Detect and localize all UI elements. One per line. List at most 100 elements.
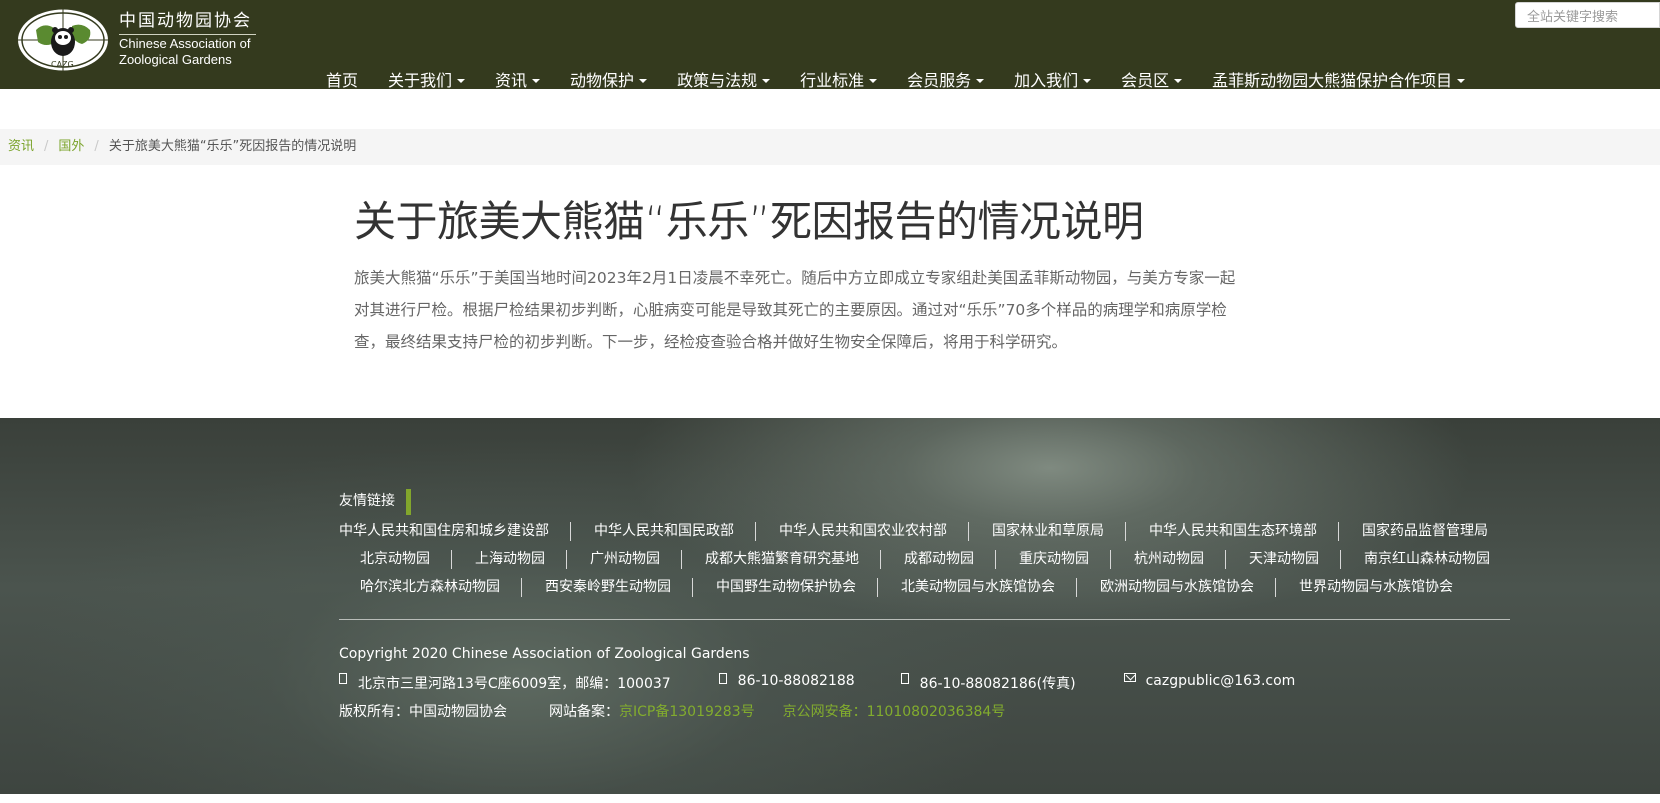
link-separator (995, 550, 996, 569)
footer-link[interactable]: 杭州动物园 (1134, 550, 1204, 569)
footer-link[interactable]: 中华人民共和国生态环境部 (1149, 522, 1317, 541)
article-line: 查，最终结果支持尸检的初步判断。下一步，经检疫查验合格并做好生物安全保障后，将用… (354, 333, 1068, 351)
panda-logo-icon: CAZG (18, 9, 108, 71)
friendly-links-title: 友情链接 (339, 493, 395, 509)
site-footer: 友情链接 中华人民共和国住房和城乡建设部 中华人民共和国民政部 中华人民共和国农… (0, 418, 1660, 794)
nav-member-services[interactable]: 会员服务 (907, 71, 985, 90)
breadcrumb-link-overseas[interactable]: 国外 (58, 139, 84, 154)
footer-link[interactable]: 广州动物园 (590, 550, 660, 569)
breadcrumb-separator: / (94, 139, 99, 154)
breadcrumb-link-news[interactable]: 资讯 (8, 139, 34, 154)
caret-down-icon (762, 79, 771, 83)
nav-home[interactable]: 首页 (326, 71, 358, 90)
caret-down-icon (1083, 79, 1092, 83)
link-separator (1076, 578, 1077, 597)
link-separator (1338, 522, 1339, 541)
caret-down-icon (639, 79, 648, 83)
search-input[interactable] (1515, 2, 1660, 28)
footer-link[interactable]: 成都动物园 (904, 550, 974, 569)
icp-link[interactable]: 京ICP备13019283号 (619, 701, 755, 721)
link-separator (880, 550, 881, 569)
article-line: 对其进行尸检。根据尸检结果初步判断，心脏病变可能是导致其死亡的主要原因。通过对“… (354, 301, 1227, 319)
nav-standards[interactable]: 行业标准 (800, 71, 878, 90)
address-text: 北京市三里河路13号C座6009室，邮编：100037 (358, 676, 671, 692)
footer-link[interactable]: 中华人民共和国住房和城乡建设部 (339, 522, 549, 541)
phone-icon (718, 673, 727, 684)
caret-down-icon (1174, 79, 1183, 83)
nav-join-us[interactable]: 加入我们 (1014, 71, 1092, 90)
caret-down-icon (532, 79, 541, 83)
footer-divider (339, 619, 1510, 620)
link-separator (521, 578, 522, 597)
breadcrumb-separator: / (44, 139, 49, 154)
contact-info: 北京市三里河路13号C座6009室，邮编：100037 86-10-880821… (339, 673, 1295, 693)
link-separator (451, 550, 452, 569)
article-line: 旅美大熊猫“乐乐”于美国当地时间2023年2月1日凌晨不幸死亡。随后中方立即成立… (354, 269, 1236, 287)
nav-memphis-panda-project[interactable]: 孟菲斯动物园大熊猫保护合作项目 (1212, 71, 1466, 90)
svg-text:CAZG: CAZG (51, 60, 74, 69)
footer-link[interactable]: 重庆动物园 (1019, 550, 1089, 569)
breadcrumb: 资讯 / 国外 / 关于旅美大熊猫“乐乐”死因报告的情况说明 (0, 129, 1660, 165)
friendly-links-accent-bar (406, 489, 411, 515)
footer-link[interactable]: 天津动物园 (1249, 550, 1319, 569)
legal-info: 版权所有：中国动物园协会 网站备案： 京ICP备13019283号 京公网安备：… (339, 701, 1005, 721)
logo-divider (119, 34, 256, 35)
footer-link[interactable]: 北京动物园 (360, 550, 430, 569)
link-separator (877, 578, 878, 597)
footer-link[interactable]: 欧洲动物园与水族馆协会 (1100, 578, 1254, 597)
nav-policy[interactable]: 政策与法规 (677, 71, 771, 90)
link-separator (1125, 522, 1126, 541)
footer-link[interactable]: 中国野生动物保护协会 (716, 578, 856, 597)
link-separator (1340, 550, 1341, 569)
footer-link[interactable]: 北美动物园与水族馆协会 (901, 578, 1055, 597)
main-nav: 首页 关于我们 资讯 动物保护 政策与法规 行业标准 会员服务 加入我们 会员区… (326, 71, 1466, 90)
phone-text: 86-10-88082188 (737, 673, 855, 689)
footer-link[interactable]: 哈尔滨北方森林动物园 (360, 578, 500, 597)
fax-icon (900, 673, 909, 684)
footer-link[interactable]: 世界动物园与水族馆协会 (1299, 578, 1453, 597)
link-separator (692, 578, 693, 597)
footer-link[interactable]: 中华人民共和国民政部 (594, 522, 734, 541)
email-link[interactable]: cazgpublic@163.com (1146, 673, 1296, 693)
link-separator (1225, 550, 1226, 569)
footer-link[interactable]: 南京红山森林动物园 (1364, 550, 1490, 569)
footer-link[interactable]: 中华人民共和国农业农村部 (779, 522, 947, 541)
map-marker-icon (339, 673, 347, 684)
link-separator (968, 522, 969, 541)
footer-link[interactable]: 成都大熊猫繁育研究基地 (705, 550, 859, 569)
nav-about[interactable]: 关于我们 (388, 71, 466, 90)
record-label: 网站备案： (549, 704, 619, 720)
page-title: 关于旅美大熊猫“乐乐”死因报告的情况说明 (354, 197, 1144, 246)
logo-title-en-line2: Zoological Gardens (119, 52, 232, 67)
caret-down-icon (869, 79, 878, 83)
links-row-zoos: 北京动物园 上海动物园 广州动物园 成都大熊猫繁育研究基地 成都动物园 重庆动物… (360, 550, 1490, 569)
link-separator (570, 522, 571, 541)
caret-down-icon (457, 79, 466, 83)
nav-animal-protection[interactable]: 动物保护 (570, 71, 648, 90)
caret-down-icon (976, 79, 985, 83)
site-header: CAZG 中国动物园协会 Chinese Association of Zool… (0, 0, 1660, 90)
nav-member-area[interactable]: 会员区 (1121, 71, 1183, 90)
footer-link[interactable]: 西安秦岭野生动物园 (545, 578, 671, 597)
link-separator (1110, 550, 1111, 569)
fax-text: 86-10-88082186(传真) (919, 676, 1076, 692)
link-separator (681, 550, 682, 569)
cazg-logo[interactable]: CAZG (16, 8, 111, 73)
copyright-text: Copyright 2020 Chinese Association of Zo… (339, 646, 750, 662)
rights-text: 版权所有：中国动物园协会 (339, 704, 507, 720)
link-separator (755, 522, 756, 541)
breadcrumb-current: 关于旅美大熊猫“乐乐”死因报告的情况说明 (108, 139, 357, 154)
links-row-associations: 哈尔滨北方森林动物园 西安秦岭野生动物园 中国野生动物保护协会 北美动物园与水族… (360, 578, 1453, 597)
nav-news[interactable]: 资讯 (495, 71, 541, 90)
envelope-icon (1123, 673, 1136, 682)
footer-link[interactable]: 国家林业和草原局 (992, 522, 1104, 541)
article-body: 旅美大熊猫“乐乐”于美国当地时间2023年2月1日凌晨不幸死亡。随后中方立即成立… (354, 262, 1254, 358)
logo-title-cn: 中国动物园协会 (119, 11, 252, 31)
footer-link[interactable]: 国家药品监督管理局 (1362, 522, 1488, 541)
links-row-government: 中华人民共和国住房和城乡建设部 中华人民共和国民政部 中华人民共和国农业农村部 … (339, 522, 1488, 541)
footer-link[interactable]: 上海动物园 (475, 550, 545, 569)
link-separator (1275, 578, 1276, 597)
logo-text: 中国动物园协会 Chinese Association of Zoologica… (119, 10, 256, 68)
police-record-link[interactable]: 京公网安备：11010802036384号 (783, 701, 1006, 721)
caret-down-icon (1457, 79, 1466, 83)
